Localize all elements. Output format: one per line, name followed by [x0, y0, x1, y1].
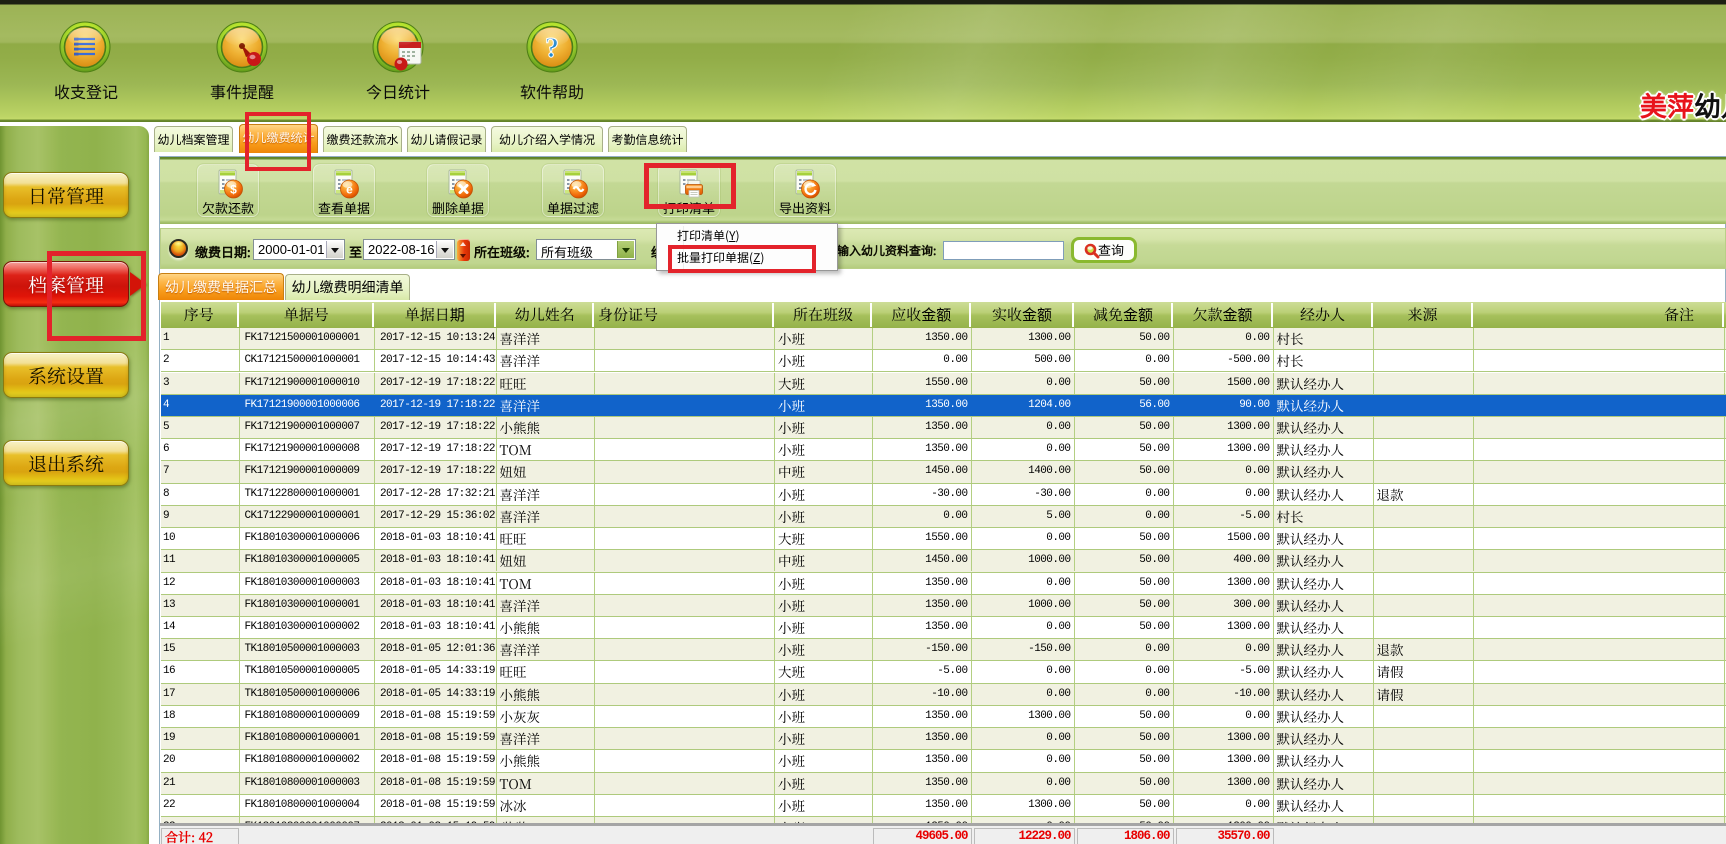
- svg-text:e: e: [346, 183, 353, 197]
- svg-text:$: $: [230, 183, 237, 197]
